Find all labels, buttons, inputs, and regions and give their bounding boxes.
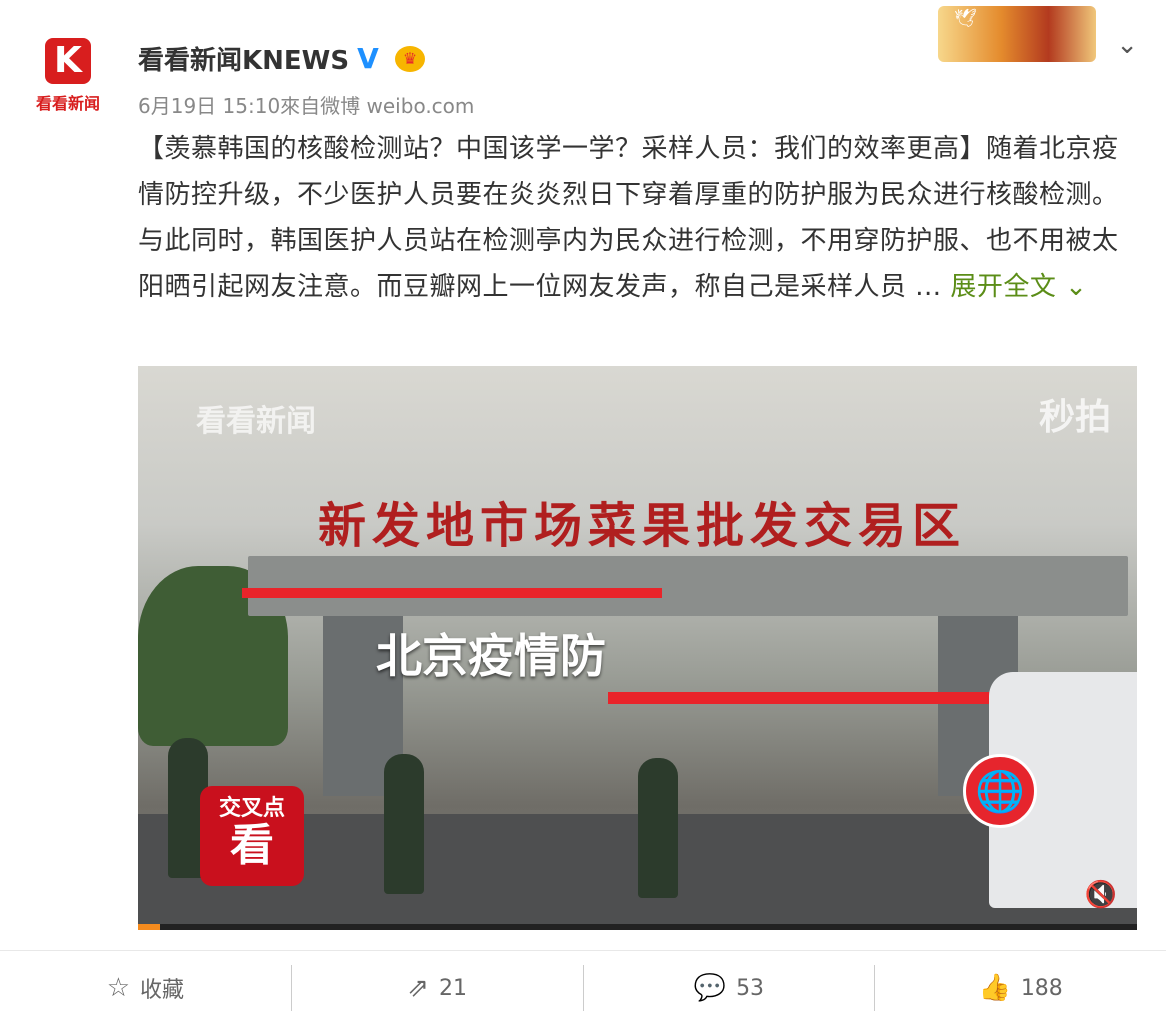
globe-icon: 🌐 bbox=[963, 754, 1037, 828]
bird-icon: 🕊 bbox=[954, 8, 977, 29]
post-meta: 6月19日 15:10來自微博 weibo.com bbox=[138, 94, 475, 118]
mute-icon[interactable]: 🔇 bbox=[1085, 880, 1117, 910]
avatar-logo: K bbox=[45, 38, 91, 84]
video-overlay-title: 北京疫情防 bbox=[376, 629, 606, 683]
avatar-text: 看看新闻 bbox=[35, 94, 100, 113]
video-player[interactable]: 新发地市场菜果批发交易区 北京疫情防 看看新闻 秒拍 交叉点 看 🌐 🔇 bbox=[138, 366, 1137, 930]
knews-watermark: 看看新闻 bbox=[196, 404, 316, 439]
market-sign: 新发地市场菜果批发交易区 bbox=[318, 498, 967, 554]
video-progress-bar bbox=[138, 924, 160, 930]
crown-icon: ♛ bbox=[395, 45, 426, 72]
star-icon: ☆ bbox=[106, 973, 131, 1003]
video-progress-track[interactable] bbox=[138, 924, 1137, 930]
share-icon: ⇗ bbox=[407, 973, 430, 1003]
expand-full-text-link[interactable]: 展开全文 ⌄ bbox=[950, 272, 1087, 302]
comment-button[interactable]: 💬 53 bbox=[584, 951, 875, 1025]
red-stripe-bottom bbox=[608, 692, 1034, 704]
comment-icon: 💬 bbox=[693, 973, 727, 1003]
market-gate bbox=[248, 556, 1128, 616]
crossover-logo: 交叉点 看 bbox=[200, 786, 304, 886]
chevron-down-icon[interactable]: ⌄ bbox=[1116, 30, 1138, 60]
account-avatar[interactable]: K 看看新闻 bbox=[32, 38, 104, 124]
account-header: 看看新闻KNEWS V ♛ bbox=[138, 40, 426, 77]
repost-button[interactable]: ⇗ 21 bbox=[292, 951, 583, 1025]
verified-icon: V bbox=[357, 41, 379, 75]
person bbox=[638, 758, 678, 898]
red-stripe-top bbox=[242, 588, 662, 598]
person bbox=[384, 754, 424, 894]
great-wall-banner: 🕊 bbox=[938, 6, 1096, 62]
thumbs-up-icon: 👍 bbox=[978, 973, 1011, 1003]
post-content: 【羡慕韩国的核酸检测站？中国该学一学？采样人员：我们的效率更高】随着北京疫情防控… bbox=[138, 126, 1128, 310]
action-bar: ☆ 收藏 ⇗ 21 💬 53 👍 188 bbox=[0, 950, 1166, 1025]
miaopai-watermark: 秒拍 bbox=[1038, 397, 1111, 438]
favorite-button[interactable]: ☆ 收藏 bbox=[0, 951, 291, 1025]
account-name[interactable]: 看看新闻KNEWS bbox=[138, 40, 349, 77]
like-button[interactable]: 👍 188 bbox=[875, 951, 1166, 1025]
